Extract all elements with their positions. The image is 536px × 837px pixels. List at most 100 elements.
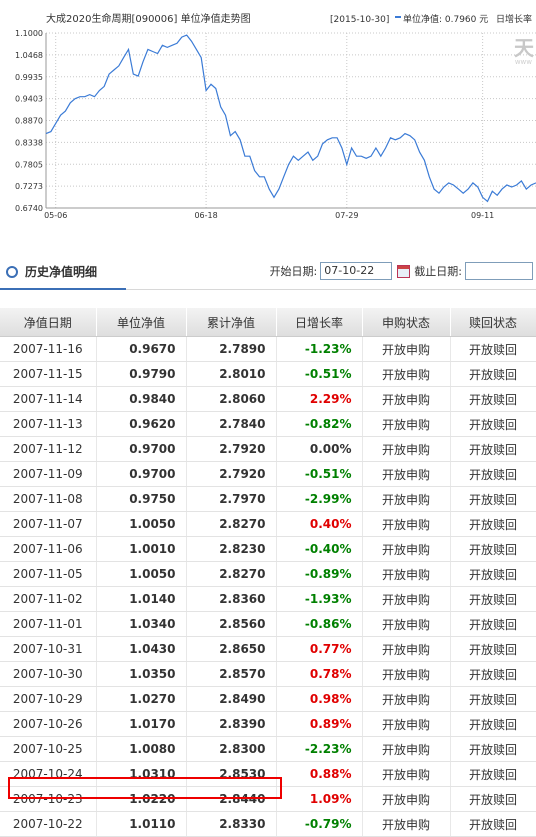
y-tick-label: 0.7805 bbox=[15, 160, 43, 169]
cell-date: 2007-11-05 bbox=[0, 561, 97, 587]
table-row: 2007-11-07 1.0050 2.8270 0.40% 开放申购 开放赎回 bbox=[0, 511, 536, 537]
cell-purchase-status: 开放申购 bbox=[362, 586, 451, 612]
cell-nav: 0.9670 bbox=[96, 336, 187, 362]
cell-date: 2007-10-26 bbox=[0, 711, 97, 737]
cell-date: 2007-11-08 bbox=[0, 486, 97, 512]
cell-date: 2007-11-12 bbox=[0, 436, 97, 462]
x-tick-label: 09-11 bbox=[471, 211, 494, 220]
cell-daily-growth: -0.89% bbox=[276, 561, 363, 587]
table-row: 2007-11-05 1.0050 2.8270 -0.89% 开放申购 开放赎回 bbox=[0, 561, 536, 587]
table-row: 2007-11-06 1.0010 2.8230 -0.40% 开放申购 开放赎回 bbox=[0, 536, 536, 562]
table-row: 2007-10-26 1.0170 2.8390 0.89% 开放申购 开放赎回 bbox=[0, 711, 536, 737]
cell-purchase-status: 开放申购 bbox=[362, 411, 451, 437]
cell-daily-growth: 1.09% bbox=[276, 786, 363, 812]
cell-daily-growth: -2.23% bbox=[276, 736, 363, 762]
cell-purchase-status: 开放申购 bbox=[362, 461, 451, 487]
cell-acc-nav: 2.7890 bbox=[186, 336, 277, 362]
cell-purchase-status: 开放申购 bbox=[362, 436, 451, 462]
cell-date: 2007-11-14 bbox=[0, 386, 97, 412]
cell-daily-growth: -1.93% bbox=[276, 586, 363, 612]
cell-date: 2007-11-06 bbox=[0, 536, 97, 562]
calendar-icon[interactable] bbox=[397, 264, 411, 278]
site-logo-sub: www bbox=[514, 58, 532, 66]
cell-purchase-status: 开放申购 bbox=[362, 486, 451, 512]
cell-nav: 1.0340 bbox=[96, 611, 187, 637]
y-tick-label: 0.9935 bbox=[15, 73, 43, 82]
header-nav: 单位净值 bbox=[96, 308, 187, 337]
cell-date: 2007-10-22 bbox=[0, 811, 97, 837]
cell-purchase-status: 开放申购 bbox=[362, 636, 451, 662]
history-header: 历史净值明细 开始日期: 07-10-22 截止日期: bbox=[0, 253, 536, 290]
header-daily-growth: 日增长率 bbox=[276, 308, 363, 337]
cell-purchase-status: 开放申购 bbox=[362, 536, 451, 562]
cell-redeem-status: 开放赎回 bbox=[450, 811, 536, 837]
cell-daily-growth: 0.77% bbox=[276, 636, 363, 662]
cell-date: 2007-10-31 bbox=[0, 636, 97, 662]
cell-redeem-status: 开放赎回 bbox=[450, 786, 536, 812]
cell-nav: 1.0140 bbox=[96, 586, 187, 612]
cell-acc-nav: 2.7920 bbox=[186, 461, 277, 487]
cell-daily-growth: -0.82% bbox=[276, 411, 363, 437]
nav-series-line bbox=[45, 34, 536, 203]
cell-nav: 1.0350 bbox=[96, 661, 187, 687]
cell-purchase-status: 开放申购 bbox=[362, 736, 451, 762]
cell-acc-nav: 2.8230 bbox=[186, 536, 277, 562]
table-row: 2007-11-02 1.0140 2.8360 -1.93% 开放申购 开放赎回 bbox=[0, 586, 536, 612]
cell-redeem-status: 开放赎回 bbox=[450, 661, 536, 687]
start-date-input[interactable]: 07-10-22 bbox=[320, 262, 393, 280]
cell-redeem-status: 开放赎回 bbox=[450, 561, 536, 587]
table-row: 2007-10-29 1.0270 2.8490 0.98% 开放申购 开放赎回 bbox=[0, 686, 536, 712]
cell-redeem-status: 开放赎回 bbox=[450, 536, 536, 562]
cell-daily-growth: -0.51% bbox=[276, 361, 363, 387]
cell-date: 2007-11-13 bbox=[0, 411, 97, 437]
table-row: 2007-11-01 1.0340 2.8560 -0.86% 开放申购 开放赎回 bbox=[0, 611, 536, 637]
cell-daily-growth: 0.98% bbox=[276, 686, 363, 712]
circle-bullet-icon bbox=[6, 265, 18, 278]
cell-purchase-status: 开放申购 bbox=[362, 511, 451, 537]
end-date-input[interactable] bbox=[465, 262, 533, 280]
cell-daily-growth: 0.88% bbox=[276, 761, 363, 787]
cell-redeem-status: 开放赎回 bbox=[450, 686, 536, 712]
x-tick-label: 07-29 bbox=[335, 211, 358, 220]
cell-daily-growth: 0.00% bbox=[276, 436, 363, 462]
x-tick-label: 05-06 bbox=[44, 211, 67, 220]
title-underline bbox=[0, 288, 126, 290]
table-row: 2007-11-08 0.9750 2.7970 -2.99% 开放申购 开放赎回 bbox=[0, 486, 536, 512]
cell-nav: 0.9790 bbox=[96, 361, 187, 387]
cell-date: 2007-11-15 bbox=[0, 361, 97, 387]
cell-daily-growth: -0.86% bbox=[276, 611, 363, 637]
header-acc-nav: 累计净值 bbox=[186, 308, 277, 337]
cell-redeem-status: 开放赎回 bbox=[450, 761, 536, 787]
cell-redeem-status: 开放赎回 bbox=[450, 586, 536, 612]
cell-purchase-status: 开放申购 bbox=[362, 386, 451, 412]
cell-date: 2007-11-09 bbox=[0, 461, 97, 487]
x-tick-label: 06-18 bbox=[194, 211, 217, 220]
history-title: 历史净值明细 bbox=[25, 265, 98, 279]
history-title-wrap: 历史净值明细 bbox=[6, 263, 97, 280]
cell-redeem-status: 开放赎回 bbox=[450, 611, 536, 637]
cell-daily-growth: 0.78% bbox=[276, 661, 363, 687]
cell-purchase-status: 开放申购 bbox=[362, 336, 451, 362]
cell-redeem-status: 开放赎回 bbox=[450, 636, 536, 662]
y-tick-label: 0.6740 bbox=[15, 204, 43, 213]
y-tick-label: 1.0468 bbox=[15, 51, 43, 60]
cell-nav: 1.0050 bbox=[96, 561, 187, 587]
cell-redeem-status: 开放赎回 bbox=[450, 736, 536, 762]
cell-nav: 0.9700 bbox=[96, 436, 187, 462]
cell-acc-nav: 2.8560 bbox=[186, 611, 277, 637]
table-row: 2007-10-30 1.0350 2.8570 0.78% 开放申购 开放赎回 bbox=[0, 661, 536, 687]
cell-nav: 0.9750 bbox=[96, 486, 187, 512]
cell-redeem-status: 开放赎回 bbox=[450, 511, 536, 537]
cell-acc-nav: 2.8390 bbox=[186, 711, 277, 737]
cell-nav: 1.0080 bbox=[96, 736, 187, 762]
chart-title: 大成2020生命周期[090006] 单位净值走势图 bbox=[46, 12, 251, 25]
cell-acc-nav: 2.8300 bbox=[186, 736, 277, 762]
cell-acc-nav: 2.7840 bbox=[186, 411, 277, 437]
cell-nav: 0.9620 bbox=[96, 411, 187, 437]
cell-acc-nav: 2.8360 bbox=[186, 586, 277, 612]
site-logo: 天 bbox=[514, 36, 534, 60]
cell-nav: 1.0110 bbox=[96, 811, 187, 837]
y-tick-label: 1.1000 bbox=[15, 29, 43, 38]
cell-redeem-status: 开放赎回 bbox=[450, 336, 536, 362]
cell-date: 2007-10-25 bbox=[0, 736, 97, 762]
